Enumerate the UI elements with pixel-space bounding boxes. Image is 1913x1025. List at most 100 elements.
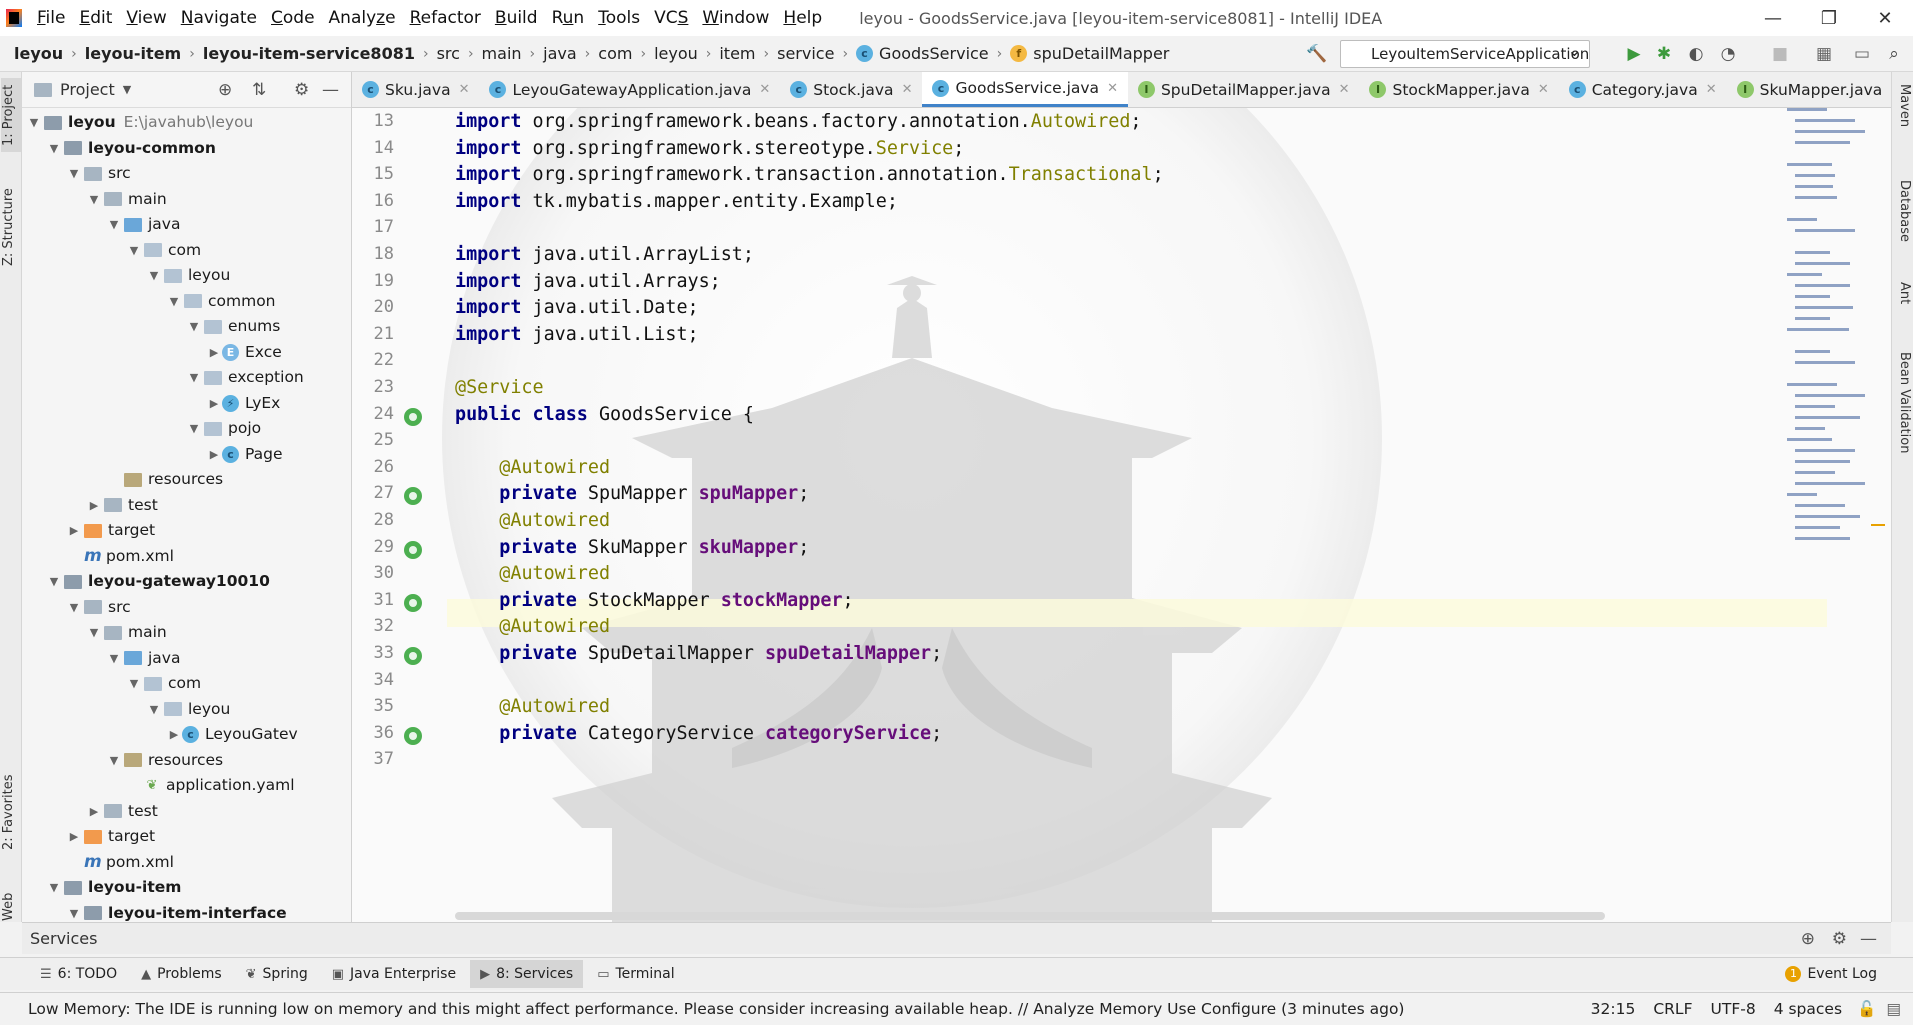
breadcrumb-item[interactable]: c GoodsService (852, 44, 993, 63)
structure-tool-tab[interactable]: Z: Structure (1, 182, 21, 272)
menu-item[interactable]: Build (488, 0, 545, 36)
hide-panel-icon[interactable]: — (1860, 929, 1877, 949)
tree-node[interactable]: ▼ leyou (146, 263, 231, 288)
chevron-right-icon[interactable]: ▶ (86, 799, 102, 824)
breadcrumb-item[interactable]: item (715, 44, 759, 63)
web-tool-tab[interactable]: Web (1, 892, 21, 922)
project-panel-title[interactable]: Project (60, 80, 115, 99)
code-line[interactable]: @Autowired (455, 616, 610, 637)
tree-node[interactable]: ▶ c LeyouGatev (166, 722, 298, 747)
menu-item[interactable]: Code (264, 0, 322, 36)
menu-item[interactable]: Navigate (174, 0, 264, 36)
chevron-down-icon[interactable]: ▼ (66, 161, 82, 186)
stop-icon[interactable]: ■ (1770, 44, 1790, 64)
build-hammer-icon[interactable]: 🔨 (1306, 44, 1327, 64)
chevron-down-icon[interactable]: ▼ (126, 238, 142, 263)
chevron-right-icon[interactable]: ▶ (66, 518, 82, 543)
close-tab-icon[interactable]: ✕ (1339, 82, 1350, 97)
bottom-tool-tab[interactable]: ▲ Problems (131, 960, 232, 988)
tree-node[interactable]: ▶ c Page (206, 442, 283, 467)
code-editor[interactable]: 13 14 15 16 17 18 19 20 21 22 23 24 25 26 27 28 29 30 31 32… (352, 108, 1891, 922)
database-tool-tab[interactable]: Database (1894, 180, 1912, 242)
editor-tab[interactable]: I StockMapper.java ✕ (1359, 72, 1558, 107)
tree-node[interactable]: ❦ application.yaml (126, 773, 295, 798)
editor-tab[interactable]: c Stock.java ✕ (780, 72, 922, 107)
breadcrumb-item[interactable]: leyou-item (81, 44, 185, 63)
menu-item[interactable]: VCS (647, 0, 695, 36)
coverage-icon[interactable]: ◐ (1686, 44, 1706, 64)
breadcrumb-item[interactable]: com (594, 44, 636, 63)
chevron-down-icon[interactable]: ▼ (146, 697, 162, 722)
close-tab-icon[interactable]: ✕ (459, 82, 470, 97)
chevron-down-icon[interactable]: ▼ (46, 875, 62, 900)
chevron-down-icon[interactable]: ▼ (146, 263, 162, 288)
menu-item[interactable]: Refactor (403, 0, 488, 36)
tree-node[interactable]: ▼ java (106, 212, 181, 237)
editor-tab[interactable]: I SpuDetailMapper.java ✕ (1128, 72, 1360, 107)
debug-icon[interactable]: ✱ (1654, 44, 1674, 64)
spring-bean-icon[interactable] (404, 647, 422, 665)
editor-tab[interactable]: c Category.java ✕ (1559, 72, 1727, 107)
maven-tool-tab[interactable]: Maven (1894, 84, 1912, 127)
chevron-down-icon[interactable]: ▼ (186, 365, 202, 390)
menu-item[interactable]: View (119, 0, 173, 36)
close-tab-icon[interactable]: ✕ (759, 82, 770, 97)
code-line[interactable]: private SpuDetailMapper spuDetailMapper; (455, 643, 942, 664)
error-stripe[interactable] (1871, 108, 1887, 922)
indent-setting[interactable]: 4 spaces (1765, 1000, 1851, 1018)
code-line[interactable]: @Autowired (455, 510, 610, 531)
chevron-down-icon[interactable]: ▼ (106, 646, 122, 671)
code-line[interactable]: @Service (455, 377, 544, 398)
chevron-right-icon[interactable]: ▶ (206, 391, 222, 416)
menu-item[interactable]: Analyze (322, 0, 403, 36)
bottom-tool-tab[interactable]: ❦ Spring (236, 960, 318, 988)
code-line[interactable]: import java.util.Arrays; (455, 271, 721, 292)
bottom-tool-tab[interactable]: ▭ Terminal (587, 960, 684, 988)
tree-node[interactable]: ▶ target (66, 518, 155, 543)
code-line[interactable]: @Autowired (455, 457, 610, 478)
close-tab-icon[interactable]: ✕ (1706, 82, 1717, 97)
tree-node[interactable]: ▼ enums (186, 314, 281, 339)
tree-node[interactable]: ▼ pojo (186, 416, 261, 441)
bottom-tool-tab[interactable]: ☰ 6: TODO (30, 960, 127, 988)
spring-bean-icon[interactable] (404, 407, 422, 426)
editor-tab[interactable]: I SkuMapper.java ✕ (1727, 72, 1891, 107)
close-tab-icon[interactable]: ✕ (1538, 82, 1549, 97)
code-line[interactable]: @Autowired (455, 563, 610, 584)
chevron-down-icon[interactable]: ▼ (86, 620, 102, 645)
lock-icon[interactable]: 🔓 (1851, 1000, 1882, 1018)
tree-node[interactable]: ▶ target (66, 824, 155, 849)
menu-item[interactable]: Help (776, 0, 829, 36)
caret-position[interactable]: 32:15 (1582, 1000, 1645, 1018)
tree-node[interactable]: m pom.xml (66, 544, 174, 569)
tree-node[interactable]: ▼ common (166, 289, 276, 314)
spring-bean-icon[interactable] (404, 593, 422, 612)
run-icon[interactable]: ▶ (1624, 44, 1644, 64)
tree-node[interactable]: ▶ E Exce (206, 340, 282, 365)
collapse-all-icon[interactable]: ⇅ (252, 80, 266, 100)
close-tab-icon[interactable]: ✕ (902, 82, 913, 97)
event-log-button[interactable]: 1 Event Log (1785, 966, 1877, 982)
tree-node[interactable]: ▼ leyou-item (46, 875, 182, 900)
breadcrumb-item[interactable]: leyou (650, 44, 702, 63)
code-line[interactable]: import tk.mybatis.mapper.entity.Example; (455, 191, 898, 212)
spring-bean-icon[interactable] (404, 726, 422, 745)
chevron-down-icon[interactable]: ▼ (186, 416, 202, 441)
hide-panel-icon[interactable]: — (322, 80, 339, 100)
chevron-down-icon[interactable]: ▼ (106, 212, 122, 237)
bottom-tool-tab[interactable]: ▶ 8: Services (470, 960, 584, 988)
tree-node[interactable]: ▼ main (86, 620, 167, 645)
code-line[interactable]: import java.util.Date; (455, 297, 699, 318)
editor-tab[interactable]: c GoodsService.java ✕ (922, 72, 1128, 107)
tree-node[interactable]: ▼ exception (186, 365, 304, 390)
tree-node[interactable]: ▶ test (86, 799, 158, 824)
code-line[interactable]: import org.springframework.beans.factory… (455, 111, 1142, 132)
chevron-down-icon[interactable]: ▼ (86, 187, 102, 212)
favorites-tool-tab[interactable]: 2: Favorites (1, 772, 21, 852)
chevron-down-icon[interactable]: ▼ (166, 289, 182, 314)
chevron-right-icon[interactable]: ▶ (206, 340, 222, 365)
tree-node[interactable]: m pom.xml (66, 850, 174, 875)
chevron-down-icon[interactable]: ▼ (26, 110, 42, 135)
breadcrumb-item[interactable]: f spuDetailMapper (1006, 44, 1173, 63)
menu-item[interactable]: Run (545, 0, 592, 36)
